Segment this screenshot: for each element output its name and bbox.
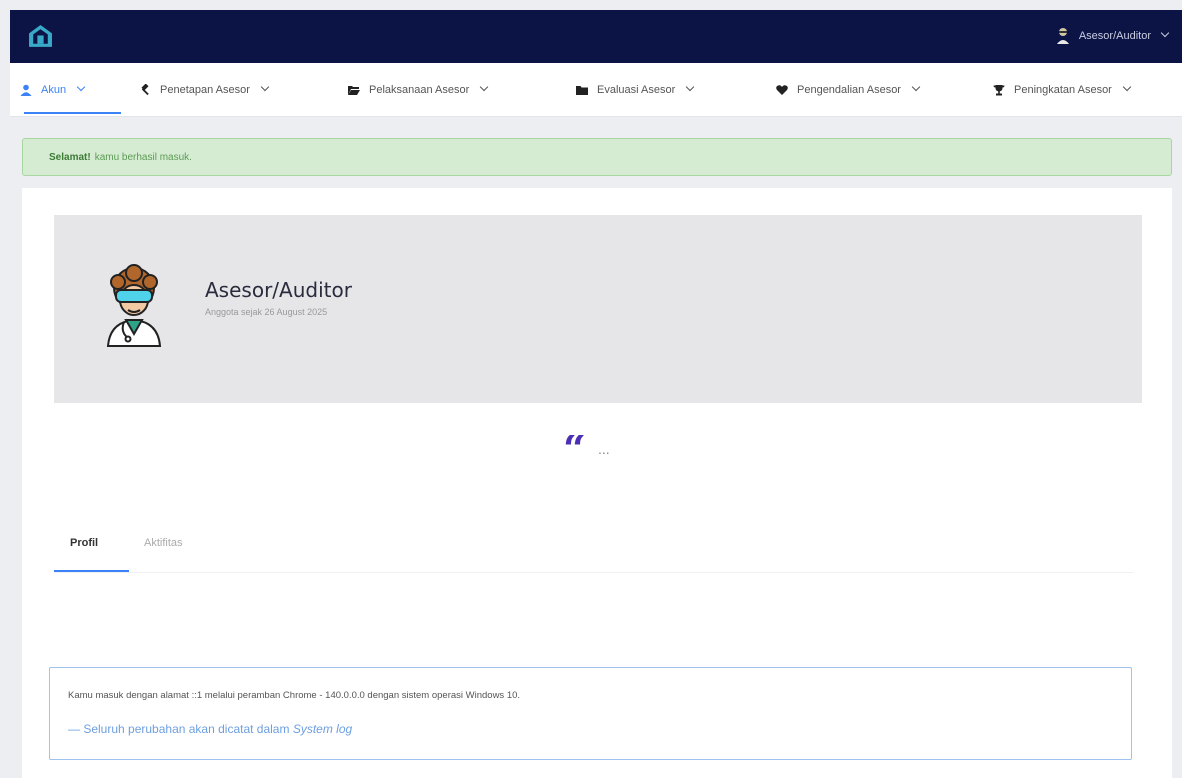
- nav-item-pelaksanaan-asesor[interactable]: Pelaksanaan Asesor: [348, 63, 489, 117]
- user-avatar-icon: [1056, 28, 1069, 44]
- quote-icon: “: [563, 435, 587, 463]
- chevron-down-icon: [911, 82, 921, 92]
- success-alert: Selamat! kamu berhasil masuk.: [22, 138, 1172, 176]
- system-log-note: — Seluruh perubahan akan dicatat dalam S…: [68, 722, 352, 736]
- quote-text: ...: [598, 441, 610, 457]
- chevron-down-icon: [686, 82, 695, 92]
- profile-tabs: Profil Aktifitas: [54, 520, 1134, 573]
- folder-open-icon: [348, 86, 360, 95]
- chevron-down-icon: [1160, 28, 1170, 38]
- profile-name: Asesor/Auditor: [205, 278, 352, 302]
- tab-profil[interactable]: Profil: [70, 537, 98, 549]
- nav-item-peningkatan-asesor[interactable]: Peningkatan Asesor: [993, 63, 1132, 117]
- active-tab-indicator: [54, 570, 129, 572]
- nav-item-penetapan-asesor[interactable]: Penetapan Asesor: [139, 63, 270, 117]
- nav-item-evaluasi-asesor[interactable]: Evaluasi Asesor: [576, 63, 695, 117]
- system-log-prefix: — Seluruh perubahan akan dicatat dalam: [68, 722, 293, 736]
- nav-label: Penetapan Asesor: [160, 84, 250, 96]
- login-info-box: Kamu masuk dengan alamat ::1 melalui per…: [49, 667, 1132, 760]
- user-menu-label: Asesor/Auditor: [1078, 30, 1151, 42]
- nav-label: Pelaksanaan Asesor: [369, 84, 470, 96]
- system-log-link[interactable]: System log: [293, 722, 352, 736]
- login-info-text: Kamu masuk dengan alamat ::1 melalui per…: [68, 690, 521, 701]
- nav-label: Akun: [41, 84, 67, 96]
- user-menu[interactable]: Asesor/Auditor: [1055, 27, 1170, 45]
- quote-block: “ ...: [563, 435, 610, 463]
- nav-item-pengendalian-asesor[interactable]: Pengendalian Asesor: [776, 63, 921, 117]
- active-nav-indicator: [24, 112, 121, 114]
- nav-item-akun[interactable]: Akun: [20, 63, 86, 117]
- folder-icon: [576, 86, 588, 95]
- chevron-down-icon: [480, 82, 489, 92]
- gavel-icon: [141, 84, 149, 96]
- nav-label: Pengendalian Asesor: [797, 84, 901, 96]
- avatar: [106, 264, 162, 347]
- top-bar: Asesor/Auditor: [10, 10, 1182, 63]
- home-icon[interactable]: [28, 24, 53, 49]
- nav-label: Peningkatan Asesor: [1014, 84, 1112, 96]
- chevron-down-icon: [260, 82, 270, 92]
- alert-title: Selamat!: [49, 151, 91, 163]
- chevron-down-icon: [76, 82, 86, 92]
- member-since: Anggota sejak 26 August 2025: [205, 307, 328, 317]
- nav-label: Evaluasi Asesor: [597, 84, 676, 96]
- user-icon: [20, 84, 32, 96]
- alert-message: kamu berhasil masuk.: [94, 151, 192, 163]
- chevron-down-icon: [1122, 82, 1132, 92]
- trophy-icon: [993, 85, 1005, 96]
- tab-aktifitas[interactable]: Aktifitas: [144, 537, 183, 549]
- heart-icon: [776, 85, 788, 95]
- main-nav: Akun Penetapan Asesor Pelaksanaan Asesor…: [10, 63, 1182, 117]
